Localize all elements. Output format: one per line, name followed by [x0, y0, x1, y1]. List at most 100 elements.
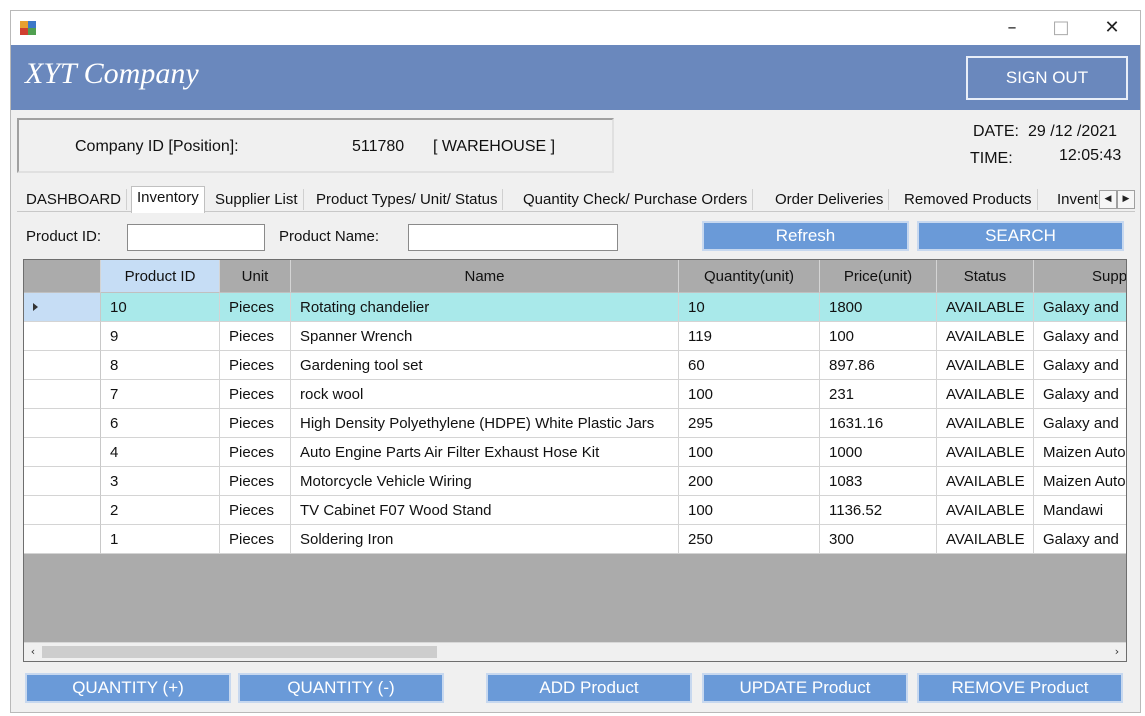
tab-scroll-left-icon[interactable]: ◀: [1099, 190, 1117, 209]
cell-unit[interactable]: Pieces: [220, 380, 291, 409]
cell-supplier[interactable]: Maizen Auto: [1034, 467, 1126, 496]
cell-quantity[interactable]: 10: [679, 293, 820, 322]
cell-status[interactable]: AVAILABLE: [937, 496, 1034, 525]
table-row[interactable]: 7 Pieces rock wool 100 231 AVAILABLE Galaxy an…: [24, 380, 1126, 409]
cell-status[interactable]: AVAILABLE: [937, 322, 1034, 351]
table-row[interactable]: 4 Pieces Auto Engine Parts Air Filter Exha…: [24, 438, 1126, 467]
cell-name[interactable]: Soldering Iron: [291, 525, 679, 554]
cell-unit[interactable]: Pieces: [220, 293, 291, 322]
cell-unit[interactable]: Pieces: [220, 467, 291, 496]
cell-status[interactable]: AVAILABLE: [937, 438, 1034, 467]
scroll-left-icon[interactable]: ‹: [24, 643, 42, 661]
cell-quantity[interactable]: 250: [679, 525, 820, 554]
tab-removed-products[interactable]: Removed Products: [899, 189, 1038, 210]
table-row[interactable]: 10 Pieces Rotating chandelier 10 1800 AVAILAB…: [24, 293, 1126, 322]
cell-product-id[interactable]: 3: [101, 467, 220, 496]
close-icon[interactable]: ✕: [1089, 11, 1135, 45]
row-header[interactable]: [24, 496, 101, 525]
cell-supplier[interactable]: Galaxy and: [1034, 351, 1126, 380]
cell-name[interactable]: rock wool: [291, 380, 679, 409]
col-header-supplier[interactable]: Supplier: [1034, 260, 1126, 293]
cell-status[interactable]: AVAILABLE: [937, 409, 1034, 438]
cell-price[interactable]: 1083: [820, 467, 937, 496]
cell-name[interactable]: Rotating chandelier: [291, 293, 679, 322]
search-button[interactable]: SEARCH: [917, 221, 1124, 251]
cell-quantity[interactable]: 100: [679, 496, 820, 525]
cell-product-id[interactable]: 4: [101, 438, 220, 467]
cell-supplier[interactable]: Galaxy and: [1034, 525, 1126, 554]
row-header[interactable]: [24, 409, 101, 438]
row-header[interactable]: [24, 322, 101, 351]
row-header[interactable]: [24, 351, 101, 380]
sign-out-button[interactable]: SIGN OUT: [966, 56, 1128, 100]
cell-price[interactable]: 1136.52: [820, 496, 937, 525]
cell-price[interactable]: 300: [820, 525, 937, 554]
cell-supplier[interactable]: Mandawi: [1034, 496, 1126, 525]
cell-status[interactable]: AVAILABLE: [937, 293, 1034, 322]
col-header-unit[interactable]: Unit: [220, 260, 291, 293]
tab-quantity-check[interactable]: Quantity Check/ Purchase Orders: [518, 189, 754, 210]
cell-name[interactable]: Gardening tool set: [291, 351, 679, 380]
row-header[interactable]: [24, 525, 101, 554]
product-id-input[interactable]: [127, 224, 265, 251]
cell-quantity[interactable]: 119: [679, 322, 820, 351]
cell-quantity[interactable]: 100: [679, 380, 820, 409]
update-product-button[interactable]: UPDATE Product: [702, 673, 908, 703]
cell-status[interactable]: AVAILABLE: [937, 467, 1034, 496]
cell-name[interactable]: High Density Polyethylene (HDPE) White P…: [291, 409, 679, 438]
tab-supplier-list[interactable]: Supplier List: [210, 189, 304, 210]
cell-product-id[interactable]: 7: [101, 380, 220, 409]
cell-quantity[interactable]: 200: [679, 467, 820, 496]
cell-name[interactable]: Spanner Wrench: [291, 322, 679, 351]
cell-product-id[interactable]: 10: [101, 293, 220, 322]
cell-product-id[interactable]: 8: [101, 351, 220, 380]
cell-supplier[interactable]: Galaxy and: [1034, 409, 1126, 438]
tab-inventory[interactable]: Inventory: [131, 186, 205, 213]
col-header-status[interactable]: Status: [937, 260, 1034, 293]
scroll-right-icon[interactable]: ›: [1108, 643, 1126, 661]
cell-unit[interactable]: Pieces: [220, 409, 291, 438]
cell-price[interactable]: 231: [820, 380, 937, 409]
cell-supplier[interactable]: Galaxy and: [1034, 380, 1126, 409]
cell-unit[interactable]: Pieces: [220, 322, 291, 351]
cell-name[interactable]: Auto Engine Parts Air Filter Exhaust Hos…: [291, 438, 679, 467]
tab-order-deliveries[interactable]: Order Deliveries: [770, 189, 890, 210]
quantity-minus-button[interactable]: QUANTITY (-): [238, 673, 444, 703]
cell-supplier[interactable]: Galaxy and: [1034, 293, 1126, 322]
tab-product-types[interactable]: Product Types/ Unit/ Status: [311, 189, 504, 210]
tab-inventory-report[interactable]: Inventory: [1052, 189, 1098, 210]
cell-status[interactable]: AVAILABLE: [937, 380, 1034, 409]
cell-unit[interactable]: Pieces: [220, 496, 291, 525]
cell-status[interactable]: AVAILABLE: [937, 525, 1034, 554]
scrollbar-thumb[interactable]: [42, 646, 437, 658]
minimize-icon[interactable]: –: [989, 11, 1035, 45]
row-header[interactable]: [24, 438, 101, 467]
row-header[interactable]: [24, 467, 101, 496]
col-header-name[interactable]: Name: [291, 260, 679, 293]
cell-supplier[interactable]: Maizen Auto: [1034, 438, 1126, 467]
cell-quantity[interactable]: 295: [679, 409, 820, 438]
cell-product-id[interactable]: 1: [101, 525, 220, 554]
cell-unit[interactable]: Pieces: [220, 525, 291, 554]
table-row[interactable]: 2 Pieces TV Cabinet F07 Wood Stand 100 1136.…: [24, 496, 1126, 525]
cell-product-id[interactable]: 2: [101, 496, 220, 525]
cell-quantity[interactable]: 100: [679, 438, 820, 467]
tab-dashboard[interactable]: DASHBOARD: [21, 189, 128, 210]
cell-unit[interactable]: Pieces: [220, 351, 291, 380]
table-row[interactable]: 8 Pieces Gardening tool set 60 897.86 AVAILAB…: [24, 351, 1126, 380]
cell-price[interactable]: 897.86: [820, 351, 937, 380]
row-header[interactable]: [24, 293, 101, 322]
row-header[interactable]: [24, 380, 101, 409]
quantity-plus-button[interactable]: QUANTITY (+): [25, 673, 231, 703]
cell-supplier[interactable]: Galaxy and: [1034, 322, 1126, 351]
cell-price[interactable]: 1800: [820, 293, 937, 322]
tab-scroll-right-icon[interactable]: ▶: [1117, 190, 1135, 209]
cell-product-id[interactable]: 6: [101, 409, 220, 438]
cell-product-id[interactable]: 9: [101, 322, 220, 351]
table-row[interactable]: 6 Pieces High Density Polyethylene (HDPE) …: [24, 409, 1126, 438]
inventory-grid[interactable]: Product ID Unit Name Quantity(unit) Pric…: [23, 259, 1127, 662]
cell-price[interactable]: 100: [820, 322, 937, 351]
cell-name[interactable]: TV Cabinet F07 Wood Stand: [291, 496, 679, 525]
col-header-quantity[interactable]: Quantity(unit): [679, 260, 820, 293]
maximize-icon[interactable]: □: [1038, 11, 1084, 45]
